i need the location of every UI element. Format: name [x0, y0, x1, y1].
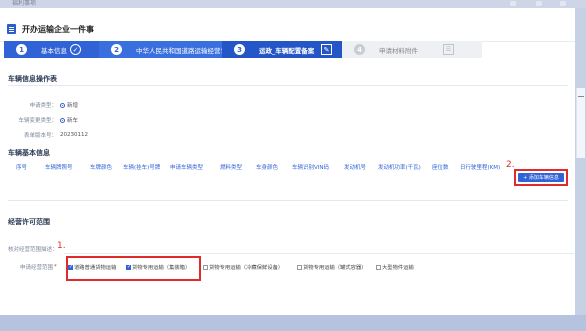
step-permit[interactable]: 2 中华人民共和国道路运输经营许可 — [99, 41, 234, 58]
step-vehicle-config[interactable]: 3 运政_车辆配置备案 ✎ — [222, 41, 342, 58]
bottom-band — [0, 315, 586, 331]
step-label: 申请材料附件 — [379, 46, 418, 55]
scope-field: 核对经营范围描述： — [8, 244, 58, 254]
field-label: 车辆变更类型： — [18, 118, 57, 124]
column-header: 车牌颜色 — [90, 165, 113, 171]
section-title-permit: 经营许可范围 — [8, 218, 50, 226]
field-form-version: 表单版本号： 20230112 — [0, 130, 88, 140]
radio-label: 新车 — [67, 118, 79, 124]
radio-icon — [60, 102, 65, 108]
checkbox-icon — [376, 264, 381, 270]
checkbox-refrigerated[interactable]: 货物专用运输（冷藏保鲜设备） — [203, 262, 283, 272]
step-basic-info[interactable]: 1 基本信息 ✓ — [4, 41, 99, 58]
column-header: 车身颜色 — [256, 165, 279, 171]
step-number: 1 — [16, 44, 27, 55]
field-apply-type: 申请类型： 新增 — [0, 100, 78, 110]
step-label: 运政_车辆配置备案 — [259, 46, 315, 55]
progress-steps: 1 基本信息 ✓ 2 中华人民共和国道路运输经营许可 3 运政_车辆配置备案 ✎… — [4, 41, 482, 58]
annotation-box — [514, 169, 568, 186]
header-icon[interactable] — [510, 1, 516, 6]
step-number: 3 — [234, 44, 245, 55]
checkbox-tank[interactable]: 货物专用运输（罐式容器） — [297, 262, 367, 272]
header-icon[interactable] — [560, 1, 566, 6]
top-strip: 福利事项 — [0, 0, 586, 8]
field-label: 申请类型： — [29, 103, 57, 109]
column-header: 序号 — [16, 165, 28, 171]
annotation-box — [66, 256, 201, 281]
checkbox-large-item[interactable]: 大型物件运输 — [376, 262, 414, 272]
column-header: 车辆(挂车)号牌 — [123, 165, 161, 171]
document-icon: ☰ — [443, 44, 454, 55]
edit-icon: ✎ — [321, 44, 332, 55]
divider — [8, 85, 568, 86]
field-label: 表单版本号： — [23, 133, 57, 139]
column-header: 发动机号 — [344, 165, 367, 171]
required-mark: * — [54, 264, 57, 270]
column-header: 发动机功率(千瓦) — [378, 165, 421, 171]
column-header: 日行驶里程(KM) — [460, 165, 501, 171]
section-title-vehicle-op: 车辆信息操作表 — [8, 75, 57, 83]
divider — [8, 200, 568, 201]
form-version-value: 20230112 — [60, 132, 88, 138]
right-gutter — [575, 8, 586, 315]
step-number: 4 — [354, 44, 365, 55]
column-header: 座位数 — [432, 165, 449, 171]
step-number: 2 — [111, 44, 122, 55]
field-change-type: 车辆变更类型： 新车 — [0, 115, 78, 125]
step-label: 中华人民共和国道路运输经营许可 — [136, 46, 234, 55]
header-icon[interactable] — [536, 1, 542, 6]
column-header: 车辆识别VIN码 — [292, 165, 329, 171]
field-label: 申请经营范围 — [20, 265, 54, 271]
vehicle-table-header: 序号 车辆牌照号 车牌颜色 车辆(挂车)号牌 申请车辆类型 燃料类型 车身颜色 … — [8, 161, 568, 173]
column-header: 申请车辆类型 — [170, 165, 204, 171]
step-attachments[interactable]: 4 申请材料附件 ☰ — [342, 41, 482, 58]
divider — [578, 96, 584, 97]
check-icon: ✓ — [70, 44, 81, 55]
top-strip-title: 福利事项 — [12, 0, 37, 7]
section-title-vehicle-basic: 车辆基本信息 — [8, 149, 50, 157]
field-label: 核对经营范围描述： — [8, 247, 58, 253]
radio-icon — [60, 117, 65, 123]
step-label: 基本信息 — [41, 46, 67, 55]
side-tab[interactable] — [576, 88, 585, 158]
radio-option[interactable]: 新增 — [60, 101, 78, 109]
apply-scope-label: 申请经营范围 * — [20, 262, 57, 272]
page-header: 开办运输企业一件事 — [7, 22, 94, 36]
checkbox-icon — [297, 264, 302, 270]
scope-input[interactable] — [64, 244, 574, 254]
column-header: 燃料类型 — [220, 165, 243, 171]
column-header: 车辆牌照号 — [45, 165, 73, 171]
checkbox-label: 货物专用运输（罐式容器） — [303, 265, 367, 271]
radio-label: 新增 — [67, 103, 79, 109]
page-title: 开办运输企业一件事 — [22, 24, 94, 34]
checkbox-label: 大型物件运输 — [382, 265, 414, 271]
annotation-label: 1. — [57, 241, 66, 251]
checkbox-icon — [203, 264, 208, 270]
radio-option[interactable]: 新车 — [60, 116, 78, 124]
annotation-label: 2. — [506, 160, 515, 170]
checkbox-label: 货物专用运输（冷藏保鲜设备） — [209, 265, 284, 271]
document-icon — [7, 24, 16, 34]
